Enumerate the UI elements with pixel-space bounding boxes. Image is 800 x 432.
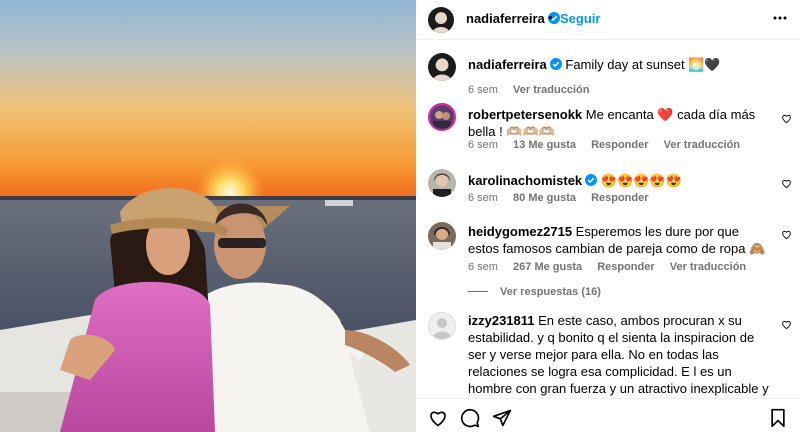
avatar-image: [428, 7, 454, 33]
reply-button[interactable]: Responder: [591, 192, 648, 204]
more-options-icon[interactable]: [772, 10, 788, 26]
comments-panel: nadiaferreira • Seguir nadiaferreira Fam…: [416, 0, 800, 432]
heart-outline-icon[interactable]: [428, 408, 448, 428]
header-username[interactable]: nadiaferreira: [466, 11, 545, 26]
comment-age: 6 sem: [468, 192, 498, 204]
likes-count[interactable]: 13 Me gusta: [513, 139, 576, 151]
header-separator: •: [548, 10, 553, 25]
comment-meta: 6 sem 267 Me gusta Responder Ver traducc…: [468, 261, 758, 273]
heart-outline-icon[interactable]: [781, 319, 792, 330]
comment-username[interactable]: heidygomez2715: [468, 224, 572, 239]
heart-outline-icon[interactable]: [781, 178, 792, 189]
avatar[interactable]: [428, 103, 456, 131]
comment-text: 😍😍😍😍😍: [600, 173, 682, 188]
avatar[interactable]: [428, 7, 454, 33]
verified-badge-icon: [585, 174, 598, 186]
send-icon[interactable]: [492, 408, 512, 428]
translate-link[interactable]: Ver traducción: [513, 84, 589, 96]
caption-meta: 6 sem Ver traducción: [468, 84, 601, 96]
comment-username[interactable]: izzy231811: [468, 313, 535, 328]
bookmark-icon[interactable]: [768, 408, 788, 428]
post-photo[interactable]: [0, 0, 416, 432]
follow-button[interactable]: Seguir: [560, 11, 600, 26]
comment-text-block: karolinachomistek 😍😍😍😍😍: [468, 172, 770, 189]
replies-divider: [468, 291, 488, 292]
comment-item: heidygomez2715 Esperemos les dure por qu…: [416, 220, 800, 298]
comment-list: nadiaferreira Family day at sunset 🌅🖤 6 …: [416, 41, 800, 397]
comment-text-block: heidygomez2715 Esperemos les dure por qu…: [468, 223, 770, 257]
avatar[interactable]: [428, 169, 456, 197]
view-replies-button[interactable]: Ver respuestas (16): [468, 286, 601, 298]
action-bar: [416, 398, 800, 432]
comment-age: 6 sem: [468, 261, 498, 273]
post-caption: nadiaferreira Family day at sunset 🌅🖤 6 …: [416, 51, 800, 96]
comment-item: izzy231811 En este caso, ambos procuran …: [416, 311, 800, 397]
post-header: nadiaferreira • Seguir: [416, 0, 800, 40]
avatar[interactable]: [428, 53, 456, 81]
heart-outline-icon[interactable]: [781, 113, 792, 124]
translate-link[interactable]: Ver traducción: [670, 261, 746, 273]
comment-item: karolinachomistek 😍😍😍😍😍 6 sem 80 Me gust…: [416, 169, 800, 205]
comment-text-block: robertpetersenokk Me encanta ❤️ cada día…: [468, 106, 770, 140]
comment-icon[interactable]: [460, 408, 480, 428]
caption-age: 6 sem: [468, 84, 498, 96]
reply-button[interactable]: Responder: [597, 261, 654, 273]
header-user: nadiaferreira: [466, 11, 560, 26]
comment-username[interactable]: karolinachomistek: [468, 173, 582, 188]
likes-count[interactable]: 267 Me gusta: [513, 261, 582, 273]
translate-link[interactable]: Ver traducción: [664, 139, 740, 151]
avatar-image: [428, 169, 456, 197]
avatar-image: [428, 53, 456, 81]
default-avatar-icon: [429, 313, 455, 339]
avatar[interactable]: [428, 312, 456, 340]
reply-button[interactable]: Responder: [591, 139, 648, 151]
caption-username[interactable]: nadiaferreira: [468, 57, 547, 72]
comment-meta: 6 sem 80 Me gusta Responder: [468, 192, 661, 204]
comment-username[interactable]: robertpetersenokk: [468, 107, 582, 122]
verified-badge-icon: [549, 58, 562, 70]
heart-outline-icon[interactable]: [781, 229, 792, 240]
comment-item: robertpetersenokk Me encanta ❤️ cada día…: [416, 101, 800, 161]
comment-text-block: izzy231811 En este caso, ambos procuran …: [468, 312, 770, 397]
view-replies-label: Ver respuestas (16): [500, 286, 601, 298]
caption-text-block: nadiaferreira Family day at sunset 🌅🖤: [468, 56, 770, 73]
avatar-image: [430, 105, 454, 129]
likes-count[interactable]: 80 Me gusta: [513, 192, 576, 204]
comment-age: 6 sem: [468, 139, 498, 151]
avatar[interactable]: [428, 222, 456, 250]
avatar-image: [428, 222, 456, 250]
post-image: [0, 0, 416, 432]
comment-meta: 6 sem 13 Me gusta Responder Ver traducci…: [468, 139, 752, 151]
caption-text: Family day at sunset 🌅🖤: [565, 57, 721, 72]
